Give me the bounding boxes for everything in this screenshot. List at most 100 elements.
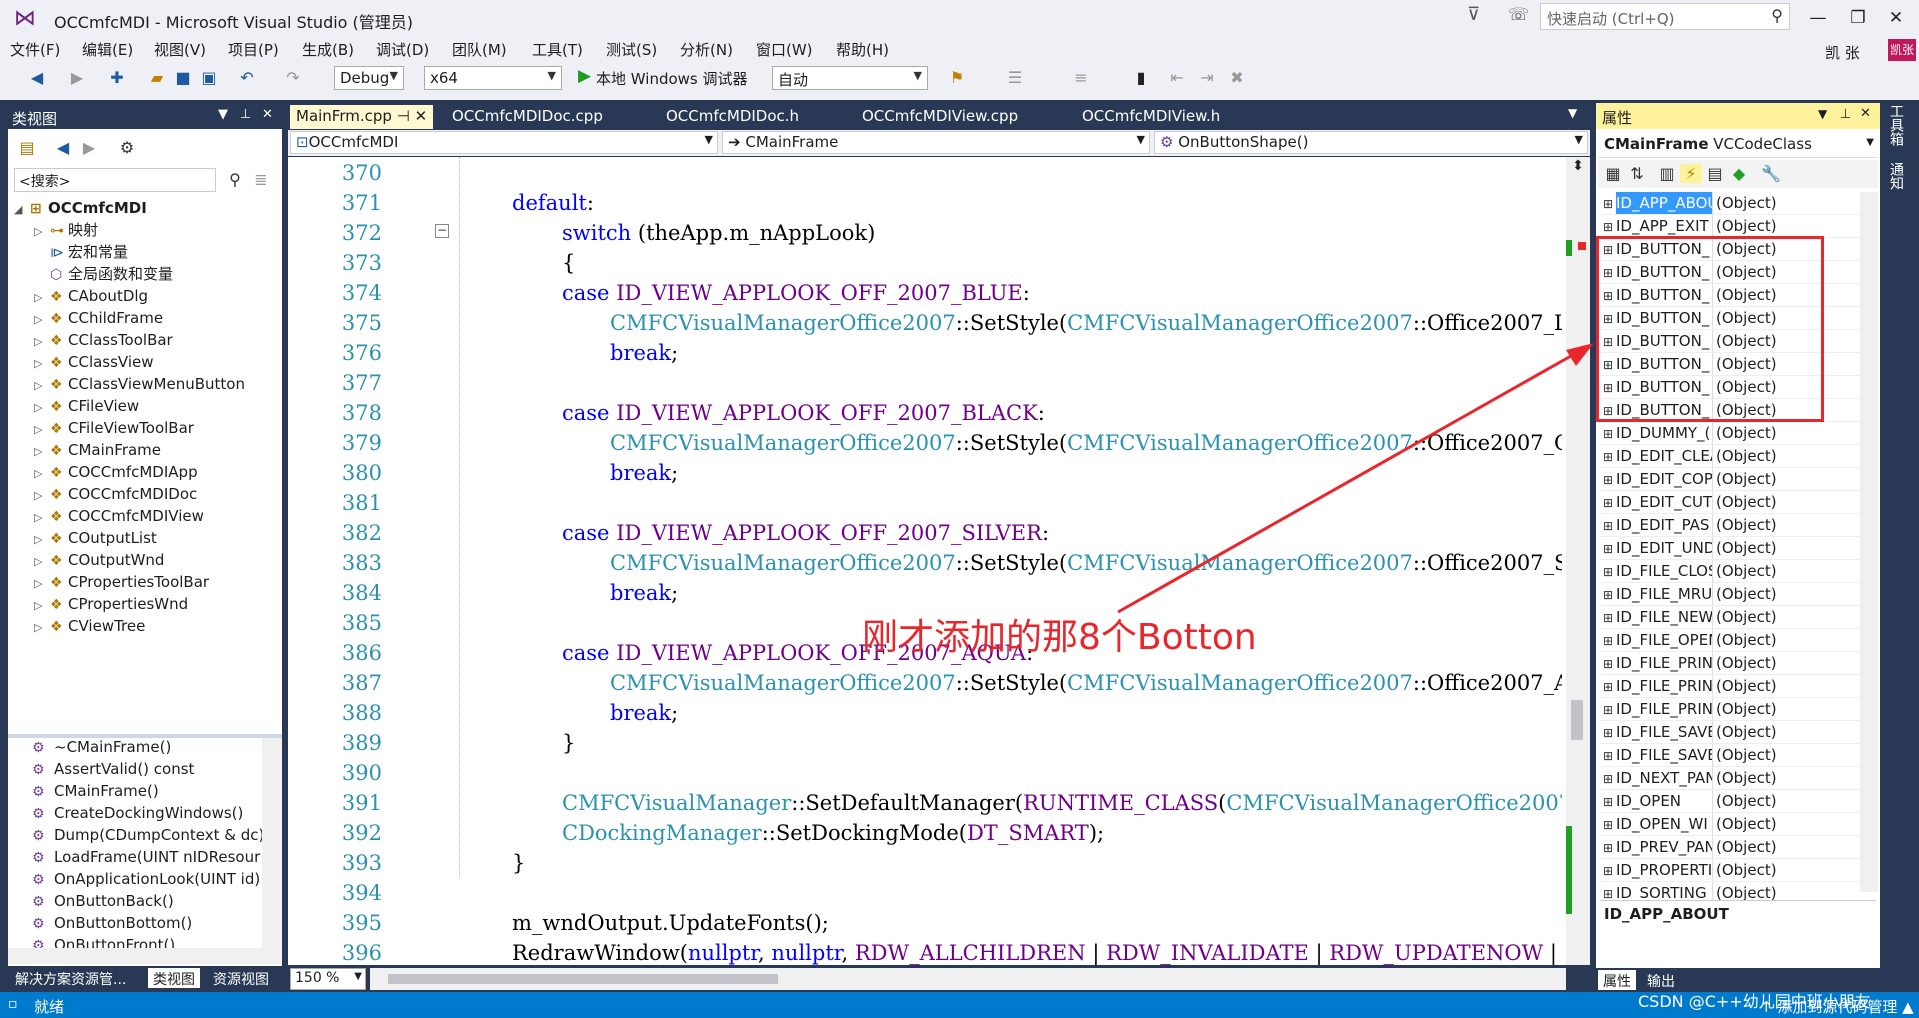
find-icon[interactable]: ⚑ xyxy=(946,68,968,87)
class-nav-select[interactable]: ➔ CMainFrame ▼ xyxy=(722,131,1150,154)
tab-solution-explorer[interactable]: 解决方案资源管... xyxy=(10,968,131,988)
expand-icon[interactable]: ⊞ xyxy=(1600,722,1616,744)
tab-resource-view[interactable]: 资源视图 xyxy=(208,968,274,988)
format-icon[interactable]: ☰ xyxy=(1004,68,1026,87)
overrides-icon[interactable]: ◆ xyxy=(1728,164,1750,183)
menu-analyze[interactable]: 分析(N) xyxy=(680,39,733,60)
close-button[interactable]: ✕ xyxy=(1876,4,1916,34)
redo-icon[interactable]: ↷ xyxy=(282,68,304,87)
expand-icon[interactable]: ⊞ xyxy=(1600,676,1616,698)
menu-edit[interactable]: 编辑(E) xyxy=(82,39,133,60)
tab-doc-h[interactable]: OCCmfcMDIDoc.h xyxy=(660,105,805,129)
gear-icon[interactable]: ⚙ xyxy=(116,138,138,157)
close-icon[interactable]: ✕ xyxy=(415,107,428,125)
events-icon[interactable]: ⚡ xyxy=(1680,164,1702,183)
properties-icon[interactable]: ▥ xyxy=(1656,164,1678,183)
property-row[interactable]: ⊞ ID_FILE_MRU (Object) xyxy=(1600,583,1860,606)
expand-icon[interactable]: ⊞ xyxy=(1600,653,1616,675)
property-row[interactable]: ⊞ ID_OPEN (Object) xyxy=(1600,790,1860,813)
expand-icon[interactable]: ⊞ xyxy=(1600,492,1616,514)
property-row[interactable]: ⊞ ID_PROPERTI (Object) xyxy=(1600,859,1860,882)
member-nav-select[interactable]: ⚙ OnButtonShape() ▼ xyxy=(1154,131,1588,154)
property-row[interactable]: ⊞ ID_FILE_PRIN (Object) xyxy=(1600,675,1860,698)
menu-tools[interactable]: 工具(T) xyxy=(532,39,583,60)
property-row[interactable]: ⊞ ID_DUMMY_((Object) xyxy=(1600,422,1860,445)
forward-icon[interactable]: ▶ xyxy=(66,68,88,87)
close-icon[interactable]: ✕ xyxy=(262,107,273,122)
property-row[interactable]: ⊞ ID_EDIT_CUT (Object) xyxy=(1600,491,1860,514)
split-icon[interactable]: ⬍ xyxy=(1566,158,1590,178)
tab-mainfrm-cpp[interactable]: MainFrm.cpp ⊣ ✕ xyxy=(290,105,434,129)
categorized-icon[interactable]: ▦ xyxy=(1602,164,1624,183)
property-row[interactable]: ⊞ ID_FILE_PRIN (Object) xyxy=(1600,652,1860,675)
menu-build[interactable]: 生成(B) xyxy=(302,39,354,60)
tab-view-cpp[interactable]: OCCmfcMDIView.cpp xyxy=(856,105,1024,129)
scrollbar-thumb[interactable] xyxy=(388,974,778,984)
menu-debug[interactable]: 调试(D) xyxy=(376,39,429,60)
menu-help[interactable]: 帮助(H) xyxy=(836,39,889,60)
back-icon[interactable]: ◀ xyxy=(26,68,48,87)
menu-test[interactable]: 测试(S) xyxy=(606,39,657,60)
expand-icon[interactable]: ⊞ xyxy=(1600,538,1616,560)
tab-properties[interactable]: 属性 xyxy=(1598,970,1636,990)
project-nav-select[interactable]: ⊡OCCmfcMDI ▼ xyxy=(290,131,718,154)
close-icon[interactable]: ✕ xyxy=(1860,106,1871,121)
expand-icon[interactable]: ⊞ xyxy=(1600,216,1616,238)
dropdown-icon[interactable]: ▼ xyxy=(1818,107,1827,121)
open-file-icon[interactable]: ▰ xyxy=(146,68,168,87)
property-row[interactable]: ⊞ ID_FILE_SAVE(Object) xyxy=(1600,721,1860,744)
zoom-select[interactable]: 150 % ▼ xyxy=(290,968,366,990)
quick-launch-input[interactable]: 快速启动 (Ctrl+Q) ⚲ xyxy=(1540,3,1790,30)
start-debugging-button[interactable]: 本地 Windows 调试器 xyxy=(596,68,748,89)
new-project-icon[interactable]: ✚ xyxy=(106,68,128,87)
tab-class-view[interactable]: 类视图 xyxy=(148,968,200,988)
object-select[interactable]: CMainFrame VCCodeClass ▼ xyxy=(1598,132,1878,158)
pin-icon[interactable]: ⊥ xyxy=(1840,107,1851,122)
forward-icon[interactable]: ▶ xyxy=(78,138,100,157)
restore-button[interactable]: ❐ xyxy=(1838,4,1878,34)
user-name[interactable]: 凯 张 xyxy=(1825,42,1860,63)
expand-icon[interactable]: ⊞ xyxy=(1600,814,1616,836)
property-row[interactable]: ⊞ ID_FILE_PRIN (Object) xyxy=(1600,698,1860,721)
vertical-scrollbar[interactable] xyxy=(1860,192,1878,892)
expand-icon[interactable]: ⊞ xyxy=(1600,630,1616,652)
property-row[interactable]: ⊞ ID_APP_EXIT (Object) xyxy=(1600,215,1860,238)
expand-icon[interactable]: ⊞ xyxy=(1600,860,1616,882)
expand-icon[interactable]: ⊞ xyxy=(1600,469,1616,491)
pin-icon[interactable]: ⊥ xyxy=(240,107,251,122)
expand-icon[interactable]: ⊞ xyxy=(1600,561,1616,583)
property-row[interactable]: ⊞ ID_PREV_PAN(Object) xyxy=(1600,836,1860,859)
tab-output[interactable]: 输出 xyxy=(1642,970,1680,990)
expand-icon[interactable]: ⊞ xyxy=(1600,193,1616,215)
property-row[interactable]: ⊞ ID_FILE_SAVE(Object) xyxy=(1600,744,1860,767)
clear-bookmarks-icon[interactable]: ✖ xyxy=(1226,68,1248,87)
property-row[interactable]: ⊞ ID_FILE_CLOS(Object) xyxy=(1600,560,1860,583)
back-icon[interactable]: ◀ xyxy=(52,138,74,157)
expand-icon[interactable]: ⊞ xyxy=(1600,446,1616,468)
menu-view[interactable]: 视图(V) xyxy=(154,39,206,60)
menu-file[interactable]: 文件(F) xyxy=(10,39,60,60)
prev-bookmark-icon[interactable]: ⇤ xyxy=(1166,68,1188,87)
menu-team[interactable]: 团队(M) xyxy=(452,39,507,60)
messages-icon[interactable]: ▤ xyxy=(1704,164,1726,183)
class-view-settings-icon[interactable]: ▤ xyxy=(16,138,38,157)
expand-icon[interactable]: ⊞ xyxy=(1600,607,1616,629)
tab-doc-cpp[interactable]: OCCmfcMDIDoc.cpp xyxy=(446,105,609,129)
dropdown-icon[interactable]: ▼ xyxy=(218,107,228,122)
expand-icon[interactable]: ⊞ xyxy=(1600,745,1616,767)
expand-icon[interactable]: ⊞ xyxy=(1600,791,1616,813)
platform-select[interactable]: x64 ▼ xyxy=(424,66,562,90)
expand-icon[interactable]: ⊞ xyxy=(1600,515,1616,537)
pin-icon[interactable]: ⊣ xyxy=(397,107,410,125)
play-icon[interactable]: ▶ xyxy=(578,66,591,86)
property-row[interactable]: ⊞ ID_EDIT_UND(Object) xyxy=(1600,537,1860,560)
expand-icon[interactable]: ⊞ xyxy=(1600,837,1616,859)
feedback-icon[interactable]: ☏ xyxy=(1508,5,1529,25)
sort-icon[interactable]: ⇅ xyxy=(1626,164,1648,183)
expand-icon[interactable]: ⊞ xyxy=(1600,423,1616,445)
tab-overflow-icon[interactable]: ▼ xyxy=(1568,106,1577,120)
bookmark-icon[interactable]: ▮ xyxy=(1130,68,1152,87)
menu-project[interactable]: 项目(P) xyxy=(228,39,279,60)
property-row[interactable]: ⊞ ID_OPEN_WI (Object) xyxy=(1600,813,1860,836)
property-row[interactable]: ⊞ ID_EDIT_COP (Object) xyxy=(1600,468,1860,491)
